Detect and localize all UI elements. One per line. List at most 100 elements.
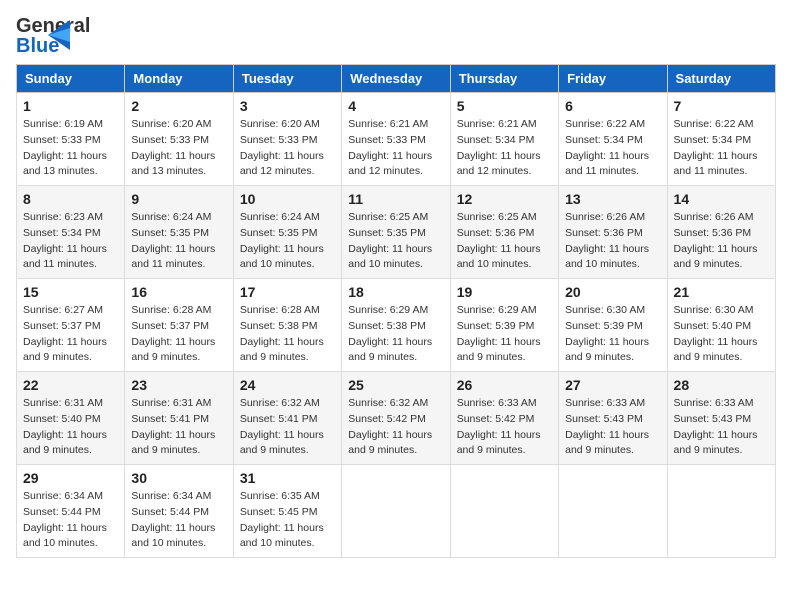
calendar-cell	[450, 465, 558, 558]
col-header-wednesday: Wednesday	[342, 65, 450, 93]
day-info: Sunrise: 6:20 AM Sunset: 5:33 PM Dayligh…	[131, 117, 226, 180]
calendar-week-5: 29 Sunrise: 6:34 AM Sunset: 5:44 PM Dayl…	[17, 465, 776, 558]
day-number: 4	[348, 98, 443, 114]
day-info: Sunrise: 6:32 AM Sunset: 5:41 PM Dayligh…	[240, 396, 335, 459]
calendar-cell: 12 Sunrise: 6:25 AM Sunset: 5:36 PM Dayl…	[450, 186, 558, 279]
calendar-cell: 3 Sunrise: 6:20 AM Sunset: 5:33 PM Dayli…	[233, 93, 341, 186]
calendar-cell: 16 Sunrise: 6:28 AM Sunset: 5:37 PM Dayl…	[125, 279, 233, 372]
day-number: 17	[240, 284, 335, 300]
calendar-cell: 31 Sunrise: 6:35 AM Sunset: 5:45 PM Dayl…	[233, 465, 341, 558]
calendar-cell	[342, 465, 450, 558]
calendar-week-4: 22 Sunrise: 6:31 AM Sunset: 5:40 PM Dayl…	[17, 372, 776, 465]
day-info: Sunrise: 6:27 AM Sunset: 5:37 PM Dayligh…	[23, 303, 118, 366]
col-header-tuesday: Tuesday	[233, 65, 341, 93]
calendar-cell: 20 Sunrise: 6:30 AM Sunset: 5:39 PM Dayl…	[559, 279, 667, 372]
day-number: 27	[565, 377, 660, 393]
calendar-cell: 21 Sunrise: 6:30 AM Sunset: 5:40 PM Dayl…	[667, 279, 775, 372]
calendar-cell: 1 Sunrise: 6:19 AM Sunset: 5:33 PM Dayli…	[17, 93, 125, 186]
day-number: 31	[240, 470, 335, 486]
calendar-cell: 6 Sunrise: 6:22 AM Sunset: 5:34 PM Dayli…	[559, 93, 667, 186]
day-info: Sunrise: 6:23 AM Sunset: 5:34 PM Dayligh…	[23, 210, 118, 273]
day-number: 20	[565, 284, 660, 300]
day-number: 26	[457, 377, 552, 393]
day-number: 14	[674, 191, 769, 207]
day-info: Sunrise: 6:33 AM Sunset: 5:43 PM Dayligh…	[674, 396, 769, 459]
calendar-cell: 26 Sunrise: 6:33 AM Sunset: 5:42 PM Dayl…	[450, 372, 558, 465]
calendar-cell: 24 Sunrise: 6:32 AM Sunset: 5:41 PM Dayl…	[233, 372, 341, 465]
day-info: Sunrise: 6:21 AM Sunset: 5:33 PM Dayligh…	[348, 117, 443, 180]
day-info: Sunrise: 6:21 AM Sunset: 5:34 PM Dayligh…	[457, 117, 552, 180]
calendar-cell: 23 Sunrise: 6:31 AM Sunset: 5:41 PM Dayl…	[125, 372, 233, 465]
calendar-cell: 30 Sunrise: 6:34 AM Sunset: 5:44 PM Dayl…	[125, 465, 233, 558]
day-number: 19	[457, 284, 552, 300]
calendar-cell: 5 Sunrise: 6:21 AM Sunset: 5:34 PM Dayli…	[450, 93, 558, 186]
calendar-cell: 29 Sunrise: 6:34 AM Sunset: 5:44 PM Dayl…	[17, 465, 125, 558]
day-info: Sunrise: 6:25 AM Sunset: 5:35 PM Dayligh…	[348, 210, 443, 273]
day-number: 28	[674, 377, 769, 393]
calendar-cell	[667, 465, 775, 558]
day-info: Sunrise: 6:24 AM Sunset: 5:35 PM Dayligh…	[131, 210, 226, 273]
day-number: 6	[565, 98, 660, 114]
day-number: 16	[131, 284, 226, 300]
day-number: 29	[23, 470, 118, 486]
calendar-cell: 15 Sunrise: 6:27 AM Sunset: 5:37 PM Dayl…	[17, 279, 125, 372]
day-info: Sunrise: 6:19 AM Sunset: 5:33 PM Dayligh…	[23, 117, 118, 180]
day-number: 23	[131, 377, 226, 393]
day-info: Sunrise: 6:32 AM Sunset: 5:42 PM Dayligh…	[348, 396, 443, 459]
day-number: 24	[240, 377, 335, 393]
calendar-cell: 11 Sunrise: 6:25 AM Sunset: 5:35 PM Dayl…	[342, 186, 450, 279]
day-number: 25	[348, 377, 443, 393]
day-info: Sunrise: 6:25 AM Sunset: 5:36 PM Dayligh…	[457, 210, 552, 273]
calendar-cell: 2 Sunrise: 6:20 AM Sunset: 5:33 PM Dayli…	[125, 93, 233, 186]
calendar-cell: 8 Sunrise: 6:23 AM Sunset: 5:34 PM Dayli…	[17, 186, 125, 279]
day-info: Sunrise: 6:26 AM Sunset: 5:36 PM Dayligh…	[565, 210, 660, 273]
day-number: 11	[348, 191, 443, 207]
col-header-friday: Friday	[559, 65, 667, 93]
day-info: Sunrise: 6:20 AM Sunset: 5:33 PM Dayligh…	[240, 117, 335, 180]
day-number: 2	[131, 98, 226, 114]
header: General Blue	[16, 16, 776, 54]
day-number: 30	[131, 470, 226, 486]
calendar-cell: 25 Sunrise: 6:32 AM Sunset: 5:42 PM Dayl…	[342, 372, 450, 465]
day-number: 21	[674, 284, 769, 300]
col-header-monday: Monday	[125, 65, 233, 93]
calendar-table: SundayMondayTuesdayWednesdayThursdayFrid…	[16, 64, 776, 558]
day-info: Sunrise: 6:29 AM Sunset: 5:39 PM Dayligh…	[457, 303, 552, 366]
day-info: Sunrise: 6:31 AM Sunset: 5:41 PM Dayligh…	[131, 396, 226, 459]
day-info: Sunrise: 6:34 AM Sunset: 5:44 PM Dayligh…	[23, 489, 118, 552]
day-number: 1	[23, 98, 118, 114]
day-info: Sunrise: 6:26 AM Sunset: 5:36 PM Dayligh…	[674, 210, 769, 273]
day-number: 15	[23, 284, 118, 300]
day-info: Sunrise: 6:29 AM Sunset: 5:38 PM Dayligh…	[348, 303, 443, 366]
day-info: Sunrise: 6:22 AM Sunset: 5:34 PM Dayligh…	[674, 117, 769, 180]
day-info: Sunrise: 6:34 AM Sunset: 5:44 PM Dayligh…	[131, 489, 226, 552]
day-number: 12	[457, 191, 552, 207]
day-number: 13	[565, 191, 660, 207]
calendar-week-2: 8 Sunrise: 6:23 AM Sunset: 5:34 PM Dayli…	[17, 186, 776, 279]
calendar-week-1: 1 Sunrise: 6:19 AM Sunset: 5:33 PM Dayli…	[17, 93, 776, 186]
day-info: Sunrise: 6:30 AM Sunset: 5:39 PM Dayligh…	[565, 303, 660, 366]
day-info: Sunrise: 6:22 AM Sunset: 5:34 PM Dayligh…	[565, 117, 660, 180]
day-number: 22	[23, 377, 118, 393]
calendar-cell: 7 Sunrise: 6:22 AM Sunset: 5:34 PM Dayli…	[667, 93, 775, 186]
calendar-cell: 10 Sunrise: 6:24 AM Sunset: 5:35 PM Dayl…	[233, 186, 341, 279]
day-number: 7	[674, 98, 769, 114]
calendar-cell: 14 Sunrise: 6:26 AM Sunset: 5:36 PM Dayl…	[667, 186, 775, 279]
calendar-cell: 18 Sunrise: 6:29 AM Sunset: 5:38 PM Dayl…	[342, 279, 450, 372]
day-info: Sunrise: 6:31 AM Sunset: 5:40 PM Dayligh…	[23, 396, 118, 459]
calendar-cell: 9 Sunrise: 6:24 AM Sunset: 5:35 PM Dayli…	[125, 186, 233, 279]
col-header-saturday: Saturday	[667, 65, 775, 93]
day-info: Sunrise: 6:28 AM Sunset: 5:38 PM Dayligh…	[240, 303, 335, 366]
calendar-cell	[559, 465, 667, 558]
day-number: 5	[457, 98, 552, 114]
calendar-cell: 19 Sunrise: 6:29 AM Sunset: 5:39 PM Dayl…	[450, 279, 558, 372]
calendar-cell: 17 Sunrise: 6:28 AM Sunset: 5:38 PM Dayl…	[233, 279, 341, 372]
day-info: Sunrise: 6:24 AM Sunset: 5:35 PM Dayligh…	[240, 210, 335, 273]
day-number: 9	[131, 191, 226, 207]
calendar-cell: 13 Sunrise: 6:26 AM Sunset: 5:36 PM Dayl…	[559, 186, 667, 279]
day-info: Sunrise: 6:28 AM Sunset: 5:37 PM Dayligh…	[131, 303, 226, 366]
day-number: 10	[240, 191, 335, 207]
day-info: Sunrise: 6:33 AM Sunset: 5:43 PM Dayligh…	[565, 396, 660, 459]
col-header-sunday: Sunday	[17, 65, 125, 93]
calendar-week-3: 15 Sunrise: 6:27 AM Sunset: 5:37 PM Dayl…	[17, 279, 776, 372]
